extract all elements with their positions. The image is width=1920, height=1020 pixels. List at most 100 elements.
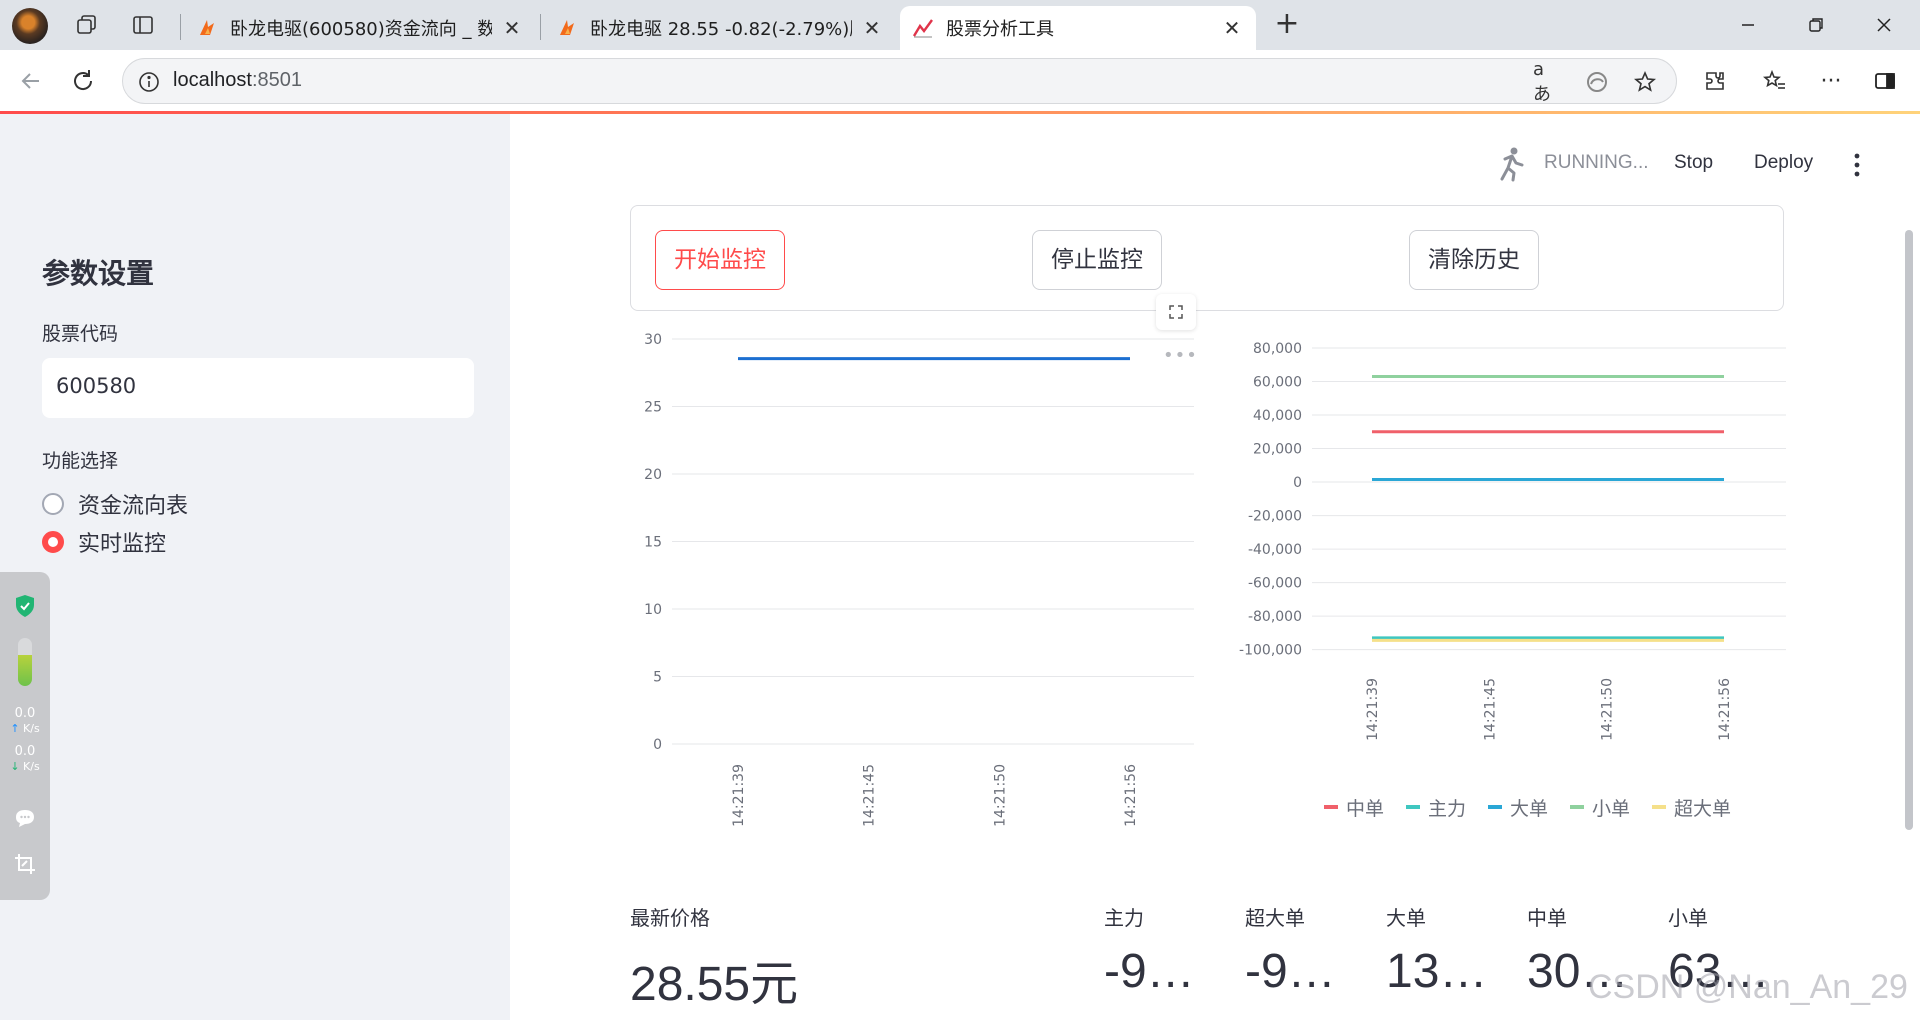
browser-tab-2[interactable]: 卧龙电驱 28.55 -0.82(-2.79%)股票 ✕ bbox=[544, 6, 896, 50]
stop-monitor-button[interactable]: 停止监控 bbox=[1032, 230, 1162, 290]
y-tick-label: 30 bbox=[644, 332, 662, 348]
y-tick-label: 80,000 bbox=[1253, 341, 1302, 357]
read-aloud-icon[interactable]: aあ bbox=[1533, 59, 1561, 105]
legend-label: 主力 bbox=[1428, 798, 1466, 820]
reload-icon[interactable] bbox=[66, 64, 100, 98]
url-text[interactable]: localhost:8501 bbox=[173, 69, 302, 92]
radio-option-fund-flow[interactable]: 资金流向表 bbox=[42, 488, 188, 520]
y-tick-label: 60,000 bbox=[1253, 375, 1302, 391]
legend-swatch bbox=[1488, 805, 1502, 809]
new-tab-button[interactable]: + bbox=[1270, 8, 1304, 42]
legend-swatch bbox=[1406, 805, 1420, 809]
y-tick-label: 5 bbox=[653, 670, 662, 686]
metric-label-super-large: 超大单 bbox=[1245, 906, 1305, 930]
chat-icon[interactable] bbox=[13, 806, 37, 830]
y-tick-label: 20 bbox=[644, 467, 662, 483]
profile-avatar[interactable] bbox=[12, 8, 48, 44]
watermark-text: CSDN @Nan_An_29 bbox=[1588, 968, 1908, 1006]
radio-button-selected[interactable] bbox=[42, 531, 64, 553]
close-icon[interactable]: ✕ bbox=[860, 16, 884, 40]
download-speed: 0.0 ↓ K/s bbox=[10, 744, 40, 773]
browser-tab-3-active[interactable]: 股票分析工具 ✕ bbox=[900, 6, 1256, 50]
x-tick-label: 14:21:56 bbox=[1717, 678, 1733, 741]
floating-monitor-widget[interactable]: 0.0 ↑ K/s 0.0 ↓ K/s bbox=[0, 572, 50, 900]
radio-button[interactable] bbox=[42, 493, 64, 515]
main-menu-icon[interactable] bbox=[1850, 152, 1864, 178]
more-menu-icon[interactable]: ··· bbox=[1814, 64, 1848, 98]
clear-history-button[interactable]: 清除历史 bbox=[1409, 230, 1539, 290]
close-icon[interactable]: ✕ bbox=[1220, 16, 1244, 40]
back-arrow-icon[interactable] bbox=[14, 64, 48, 98]
edge-copilot-icon[interactable] bbox=[1583, 68, 1611, 96]
extensions-icon[interactable] bbox=[1698, 64, 1732, 98]
crop-screenshot-icon[interactable] bbox=[13, 852, 37, 876]
app-sidebar: 参数设置 股票代码 600580 功能选择 资金流向表 实时监控 bbox=[0, 114, 510, 1020]
url-box[interactable]: localhost:8501 aあ bbox=[122, 58, 1677, 105]
favorites-list-icon[interactable] bbox=[1758, 64, 1792, 98]
restore-icon[interactable] bbox=[1796, 8, 1836, 42]
sidebar-title: 参数设置 bbox=[42, 257, 155, 290]
x-tick-label: 14:21:56 bbox=[1123, 764, 1139, 827]
x-tick-label: 14:21:45 bbox=[1482, 678, 1498, 741]
legend-label: 大单 bbox=[1510, 798, 1548, 820]
chart-line-icon bbox=[912, 19, 933, 38]
upload-speed: 0.0 ↑ K/s bbox=[10, 706, 40, 735]
y-tick-label: -20,000 bbox=[1248, 509, 1302, 525]
favorite-star-icon[interactable] bbox=[1631, 68, 1659, 96]
close-window-icon[interactable] bbox=[1864, 8, 1904, 42]
y-tick-label: 40,000 bbox=[1253, 408, 1302, 424]
legend-swatch bbox=[1652, 805, 1666, 809]
y-tick-label: 10 bbox=[644, 602, 662, 618]
x-tick-label: 14:21:50 bbox=[992, 764, 1008, 827]
metric-label-medium: 中单 bbox=[1527, 906, 1567, 930]
flame-icon bbox=[200, 20, 214, 35]
y-tick-label: 0 bbox=[1293, 475, 1302, 491]
sidebar-toggle-icon[interactable] bbox=[1868, 64, 1902, 98]
shield-check-icon[interactable] bbox=[14, 594, 36, 618]
metric-label-price: 最新价格 bbox=[630, 906, 710, 930]
legend-swatch bbox=[1324, 805, 1338, 809]
running-status: RUNNING... bbox=[1544, 152, 1649, 173]
stock-code-label: 股票代码 bbox=[42, 323, 119, 345]
y-tick-label: 25 bbox=[644, 400, 662, 416]
site-info-icon[interactable] bbox=[135, 68, 163, 96]
stock-code-input[interactable]: 600580 bbox=[42, 358, 474, 418]
memory-gauge bbox=[18, 638, 32, 686]
legend-swatch bbox=[1570, 805, 1584, 809]
x-tick-label: 14:21:50 bbox=[1600, 678, 1616, 741]
deploy-button[interactable]: Deploy bbox=[1754, 152, 1813, 174]
minimize-icon[interactable] bbox=[1728, 8, 1768, 42]
legend-label: 超大单 bbox=[1674, 798, 1731, 820]
metric-value-price: 28.55元 bbox=[630, 958, 799, 1011]
address-bar: localhost:8501 aあ ··· bbox=[0, 50, 1920, 112]
start-monitor-button[interactable]: 开始监控 bbox=[655, 230, 785, 290]
browser-tab-bar: 卧龙电驱(600580)资金流向 _ 数据 ✕ 卧龙电驱 28.55 -0.82… bbox=[0, 0, 1920, 50]
tab-actions-icon[interactable] bbox=[128, 10, 158, 40]
function-select-label: 功能选择 bbox=[42, 450, 119, 472]
radio-option-realtime[interactable]: 实时监控 bbox=[42, 526, 166, 558]
legend-label: 小单 bbox=[1592, 798, 1630, 820]
x-tick-label: 14:21:39 bbox=[1365, 678, 1381, 741]
metric-value-super-large: -9… bbox=[1245, 945, 1336, 998]
flame-icon bbox=[560, 20, 574, 35]
x-tick-label: 14:21:45 bbox=[862, 764, 878, 827]
metric-label-small: 小单 bbox=[1668, 906, 1708, 930]
control-button-panel: 开始监控 停止监控 清除历史 bbox=[630, 205, 1784, 311]
main-scrollbar[interactable] bbox=[1905, 230, 1913, 830]
fund-flow-line-chart: -100,000 -80,000 -60,000 -40,000 -20,000 0 20,… bbox=[1239, 341, 1786, 820]
y-tick-label: -60,000 bbox=[1248, 576, 1302, 592]
running-man-icon bbox=[1500, 147, 1524, 182]
metric-value-large: 13… bbox=[1386, 945, 1488, 998]
metric-value-main: -9… bbox=[1104, 945, 1195, 998]
stop-app-button[interactable]: Stop bbox=[1674, 152, 1713, 174]
radio-label: 实时监控 bbox=[78, 532, 167, 557]
workspaces-icon[interactable] bbox=[72, 10, 102, 40]
close-icon[interactable]: ✕ bbox=[500, 16, 524, 40]
y-tick-label: 15 bbox=[644, 535, 662, 551]
metric-label-large: 大单 bbox=[1386, 906, 1426, 930]
radio-label: 资金流向表 bbox=[78, 494, 189, 519]
price-line-chart: 0 5 10 15 20 25 30 14:21:39 14:21:45 14:21:50 14:2… bbox=[644, 332, 1194, 827]
tab-title: 卧龙电驱(600580)资金流向 _ 数据 bbox=[230, 19, 492, 40]
fullscreen-icon[interactable] bbox=[1156, 294, 1196, 330]
browser-tab-1[interactable]: 卧龙电驱(600580)资金流向 _ 数据 ✕ bbox=[184, 6, 536, 50]
